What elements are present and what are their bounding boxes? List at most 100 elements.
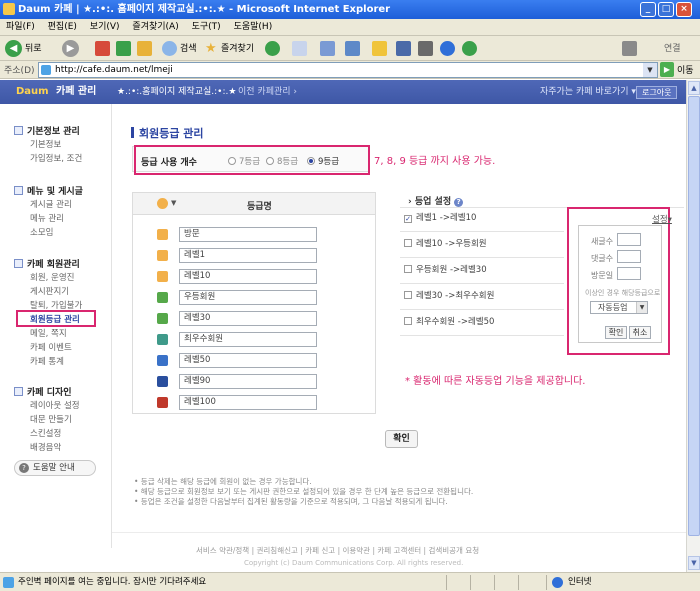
levelup-row[interactable]: ✓ 레벨1 ->레벨10 <box>404 211 476 223</box>
sidebar-item-bgm[interactable]: 배경음악 <box>30 441 61 453</box>
levelup-checkbox[interactable] <box>404 291 412 299</box>
stop-icon[interactable] <box>95 41 110 56</box>
sidebar-section-menu[interactable]: 메뉴 및 게시글 <box>14 184 83 197</box>
cond-comments-input[interactable] <box>617 250 641 263</box>
folder-icon[interactable] <box>372 41 387 56</box>
setting-dropdown-link[interactable]: 설정▾ <box>652 213 672 225</box>
grade-name-input[interactable]: 우등회원 <box>179 290 317 305</box>
grade-icon-selector-icon[interactable] <box>157 198 168 209</box>
sidebar-item-members[interactable]: 회원, 운영진 <box>30 271 75 283</box>
footer-links[interactable]: 서비스 약관/정책 | 권리침해신고 | 카페 신고 | 이용약관 | 카페 고… <box>196 545 479 556</box>
scroll-up-icon[interactable]: ▲ <box>688 81 700 95</box>
sidebar-item-basic-info[interactable]: 기본정보 <box>30 138 61 150</box>
menu-help[interactable]: 도움말(H) <box>234 22 273 32</box>
maximize-button[interactable]: □ <box>658 2 674 17</box>
print-icon[interactable] <box>320 41 335 56</box>
discuss-icon[interactable] <box>440 41 455 56</box>
prev-manage-link[interactable]: 이전 카페관리 › <box>238 80 297 104</box>
back-arrow-icon[interactable]: ◀ <box>5 40 22 57</box>
grade-name-input[interactable]: 레벨10 <box>179 269 317 284</box>
minimize-button[interactable]: _ <box>640 2 656 17</box>
levelup-row[interactable]: 레벨10 ->우등회원 <box>404 237 487 249</box>
refresh-icon[interactable] <box>116 41 131 56</box>
levelup-checkbox[interactable] <box>404 239 412 247</box>
cond-cancel-button[interactable]: 취소 <box>629 326 651 339</box>
sidebar-item-skin[interactable]: 스킨설정 <box>30 427 61 439</box>
cond-visits-input[interactable] <box>617 267 641 280</box>
grade-name-input[interactable]: 레벨50 <box>179 353 317 368</box>
sidebar-item-front[interactable]: 대문 만들기 <box>30 413 72 425</box>
favorite-cafe-dropdown[interactable]: 자주가는 카페 바로가기 ▾ <box>540 80 636 104</box>
logout-button[interactable]: 로그아웃 <box>636 86 678 99</box>
menu-file[interactable]: 파일(F) <box>6 22 35 32</box>
go-arrow-icon[interactable]: ▶ <box>660 62 674 77</box>
grade-level-icon[interactable] <box>157 313 168 324</box>
chevron-down-icon[interactable]: ▼ <box>171 199 176 207</box>
scroll-thumb[interactable] <box>688 96 700 536</box>
grade-level-icon[interactable] <box>157 376 168 387</box>
mail-icon[interactable] <box>292 41 307 56</box>
levelup-row[interactable]: 우등회원 ->레벨30 <box>404 263 487 275</box>
go-button[interactable]: 이동 <box>677 63 694 76</box>
favorites-star-icon[interactable]: ★ <box>205 40 217 58</box>
grade-level-icon[interactable] <box>157 355 168 366</box>
research-icon[interactable] <box>418 41 433 56</box>
scroll-down-icon[interactable]: ▼ <box>688 556 700 570</box>
grade-level-icon[interactable] <box>157 292 168 303</box>
levelup-row[interactable]: 레벨30 ->최우수회원 <box>404 289 494 301</box>
grade-level-icon[interactable] <box>157 271 168 282</box>
grade-name-input[interactable]: 레벨30 <box>179 311 317 326</box>
sidebar-item-events[interactable]: 카페 이벤트 <box>30 341 72 353</box>
search-button[interactable]: 검색 <box>180 40 197 58</box>
cond-ok-button[interactable]: 확인 <box>605 326 627 339</box>
sidebar-item-menu-manage[interactable]: 메뉴 관리 <box>30 212 64 224</box>
sidebar-item-join-info[interactable]: 가입정보, 조건 <box>30 152 82 164</box>
back-button[interactable]: 뒤로 <box>25 40 42 58</box>
favorites-button[interactable]: 즐겨찾기 <box>221 40 254 58</box>
grade-name-input[interactable]: 레벨100 <box>179 395 317 410</box>
connect-button[interactable]: 연결 <box>664 40 681 58</box>
daum-logo[interactable]: Daum <box>16 80 49 104</box>
sidebar-item-layout[interactable]: 레이아웃 설정 <box>30 399 80 411</box>
grade-level-icon[interactable] <box>157 334 168 345</box>
levelup-checkbox[interactable] <box>404 265 412 273</box>
grade-level-icon[interactable] <box>157 397 168 408</box>
levelup-row[interactable]: 최우수회원 ->레벨50 <box>404 315 494 327</box>
sidebar-section-design[interactable]: 카페 디자인 <box>14 385 72 398</box>
grade-name-input[interactable]: 레벨1 <box>179 248 317 263</box>
sidebar-item-posts[interactable]: 게시글 관리 <box>30 198 72 210</box>
sidebar-item-groups[interactable]: 소모임 <box>30 226 53 238</box>
confirm-button[interactable]: 확인 <box>385 430 418 448</box>
msn-icon[interactable] <box>462 41 477 56</box>
page-scrollbar[interactable]: ▲ ▼ <box>686 80 700 572</box>
grade-name-input[interactable]: 최우수회원 <box>179 332 317 347</box>
grade-name-input[interactable]: 방문 <box>179 227 317 242</box>
close-button[interactable]: × <box>676 2 692 17</box>
cafe-name[interactable]: ★.:•:.홈페이지 제작교실.:•:.★ <box>117 80 236 104</box>
grade-name-input[interactable]: 레벨90 <box>179 374 317 389</box>
search-icon[interactable] <box>162 41 177 56</box>
menu-view[interactable]: 보기(V) <box>90 22 120 32</box>
menu-edit[interactable]: 편집(E) <box>48 22 77 32</box>
help-question-icon[interactable]: ? <box>454 198 464 207</box>
sidebar-section-basic[interactable]: 기본정보 관리 <box>14 124 80 137</box>
media-icon[interactable] <box>265 41 280 56</box>
sidebar-section-members[interactable]: 카페 회원관리 <box>14 257 80 270</box>
sidebar-item-board-keepers[interactable]: 게시판지기 <box>30 285 69 297</box>
cond-posts-input[interactable] <box>617 233 641 246</box>
address-input[interactable]: http://cafe.daum.net/lmeji ▼ <box>38 62 658 78</box>
grade-level-icon[interactable] <box>157 250 168 261</box>
menu-favorites[interactable]: 즐겨찾기(A) <box>132 22 178 32</box>
sidebar-item-mail[interactable]: 메일, 쪽지 <box>30 327 67 339</box>
sidebar-item-stats[interactable]: 카페 통계 <box>30 355 64 367</box>
address-dropdown-icon[interactable]: ▼ <box>643 63 657 77</box>
grade-level-icon[interactable] <box>157 229 168 240</box>
auto-levelup-select[interactable]: 자동등업 ▼ <box>590 301 648 314</box>
levelup-checkbox[interactable]: ✓ <box>404 215 412 223</box>
levelup-checkbox[interactable] <box>404 317 412 325</box>
help-button[interactable]: ? 도움말 안내 <box>14 460 96 476</box>
forward-arrow-icon[interactable]: ▶ <box>62 40 79 57</box>
menu-tools[interactable]: 도구(T) <box>192 22 221 32</box>
edit-icon[interactable] <box>345 41 360 56</box>
messenger-icon[interactable] <box>396 41 411 56</box>
